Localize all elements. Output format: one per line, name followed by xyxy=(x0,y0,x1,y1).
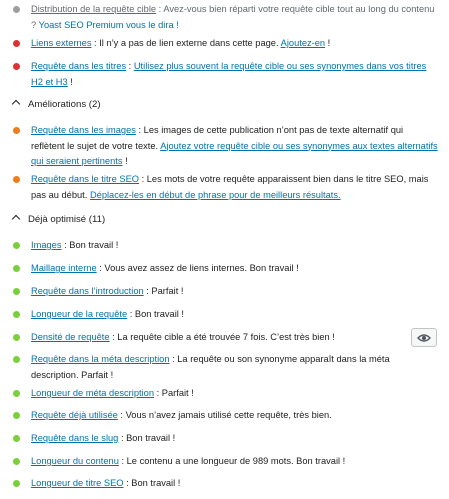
result-images: Images : Bon travail ! xyxy=(13,238,443,254)
chevron-up-icon xyxy=(11,214,21,224)
status-green-icon xyxy=(13,412,20,419)
status-green-icon xyxy=(13,334,20,341)
result-link[interactable]: Requête dans la méta description xyxy=(31,354,170,364)
status-orange-icon xyxy=(13,127,20,134)
result-internal-links: Maillage interne : Vous avez assez de li… xyxy=(13,261,443,277)
result-link[interactable]: Distribution de la requête cible xyxy=(31,4,156,14)
result-link[interactable]: Longueur de titre SEO xyxy=(31,478,124,488)
result-keyphrase-title: Requête dans le titre SEO : Les mots de … xyxy=(13,172,443,203)
result-link[interactable]: Images xyxy=(31,240,62,250)
result-distribution: Distribution de la requête cible : Avez-… xyxy=(13,2,443,33)
result-keyphrase-meta-description: Requête dans la méta description : La re… xyxy=(13,352,443,383)
result-link[interactable]: Requête dans le titre SEO xyxy=(31,174,139,184)
result-text: : La requête cible a été trouvée 7 fois.… xyxy=(109,332,335,342)
result-link[interactable]: Longueur de la requête xyxy=(31,309,127,319)
result-link[interactable]: Liens externes xyxy=(31,38,91,48)
status-green-icon xyxy=(13,265,20,272)
status-green-icon xyxy=(13,458,20,465)
result-text: : Parfait ! xyxy=(154,388,194,398)
improvements-toggle[interactable]: Améliorations (2) xyxy=(10,98,101,112)
result-image-keyphrase: Requête dans les images : Les images de … xyxy=(13,123,443,170)
result-text: : Bon travail ! xyxy=(61,240,119,250)
good-results-toggle[interactable]: Déjà optimisé (11) xyxy=(10,213,105,227)
status-green-icon xyxy=(13,242,20,249)
status-red-icon xyxy=(13,40,20,47)
result-link[interactable]: Requête déjà utilisée xyxy=(31,410,118,420)
result-keyphrase-slug: Requête dans le slug : Bon travail ! xyxy=(13,431,443,447)
premium-text[interactable]: Yoast SEO Premium vous le dira ! xyxy=(39,20,179,30)
section-title: Déjà optimisé (11) xyxy=(28,214,106,225)
result-link[interactable]: Longueur du contenu xyxy=(31,456,119,466)
result-text: : Vous avez assez de liens internes. Bon… xyxy=(96,263,299,273)
result-link[interactable]: Maillage interne xyxy=(31,263,97,273)
result-tail: ! xyxy=(67,76,73,87)
result-link[interactable]: Longueur de méta description xyxy=(31,388,154,398)
status-green-icon xyxy=(13,311,20,318)
result-external-links: Liens externes : Il n’y a pas de lien ex… xyxy=(13,36,443,52)
result-text: : Parfait ! xyxy=(143,286,184,296)
result-keyphrase-introduction: Requête dans l’introduction : Parfait ! xyxy=(13,284,443,300)
section-title: Améliorations (2) xyxy=(28,99,101,110)
chevron-up-icon xyxy=(11,99,21,109)
result-text: : Bon travail ! xyxy=(118,433,176,443)
status-grey-icon xyxy=(13,6,20,13)
result-action-link[interactable]: Ajoutez-en xyxy=(281,38,325,48)
status-green-icon xyxy=(13,288,20,295)
result-action-link[interactable]: Déplacez-les en début de phrase pour de … xyxy=(90,190,341,200)
result-keyphrase-length: Longueur de la requête : Bon travail ! xyxy=(13,307,443,323)
result-keyphrase-density: Densité de requête : La requête cible a … xyxy=(13,330,443,346)
result-previously-used-keyphrase: Requête déjà utilisée : Vous n’avez jama… xyxy=(13,408,443,424)
result-link[interactable]: Requête dans les titres xyxy=(31,61,126,71)
result-tail: ! xyxy=(122,156,128,166)
result-link[interactable]: Requête dans le slug xyxy=(31,433,118,443)
result-tail: ! xyxy=(325,38,331,48)
status-green-icon xyxy=(13,356,20,363)
result-keyphrase-subheadings: Requête dans les titres : Utilisez plus … xyxy=(13,59,443,90)
eye-icon xyxy=(417,333,431,342)
result-text: : Bon travail ! xyxy=(127,309,184,319)
highlight-button[interactable] xyxy=(411,328,437,347)
result-text-length: Longueur du contenu : Le contenu a une l… xyxy=(13,454,443,470)
status-red-icon xyxy=(13,63,20,70)
result-link[interactable]: Requête dans les images xyxy=(31,125,136,135)
result-link[interactable]: Densité de requête xyxy=(31,332,110,342)
result-meta-description-length: Longueur de méta description : Parfait ! xyxy=(13,386,443,402)
result-text: : Bon travail ! xyxy=(123,478,181,488)
status-green-icon xyxy=(13,390,20,397)
status-green-icon xyxy=(13,435,20,442)
result-text: : Vous n’avez jamais utilisé cette requê… xyxy=(117,410,332,420)
result-title-width: Longueur de titre SEO : Bon travail ! xyxy=(13,476,443,492)
result-link[interactable]: Requête dans l’introduction xyxy=(31,286,144,296)
result-text: : Le contenu a une longueur de 989 mots.… xyxy=(118,456,346,466)
result-text: : xyxy=(126,61,134,71)
status-green-icon xyxy=(13,480,20,487)
status-orange-icon xyxy=(13,176,20,183)
result-text: : Il n’y a pas de lien externe dans cett… xyxy=(91,38,281,48)
